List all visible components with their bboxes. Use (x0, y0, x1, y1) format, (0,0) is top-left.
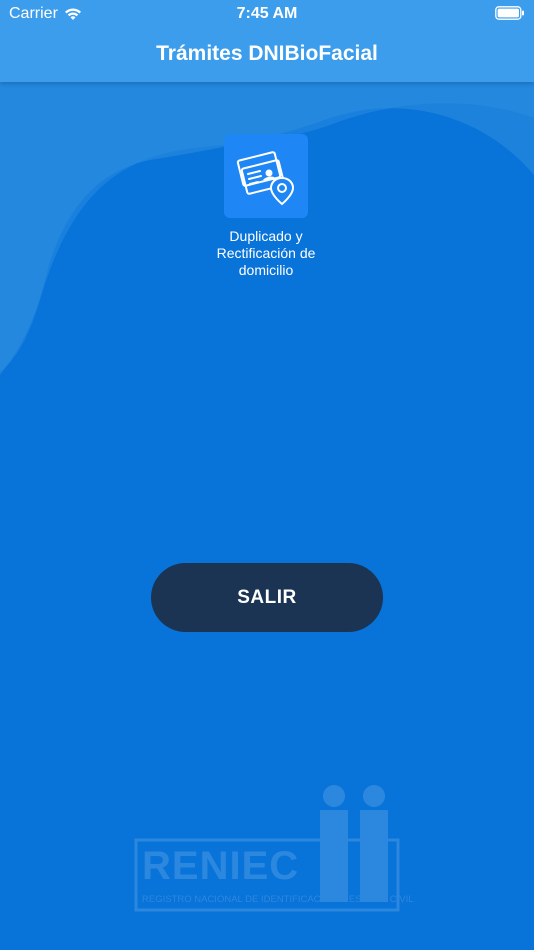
exit-button[interactable]: SALIR (151, 563, 383, 632)
logo-wordmark: RENIEC (142, 844, 300, 888)
logo-subtitle: REGISTRO NACIONAL DE IDENTIFICACIÓN Y ES… (142, 894, 414, 905)
tile-icon-box (224, 134, 308, 218)
id-card-location-icon (236, 151, 295, 206)
status-bar: Carrier 7:45 AM (0, 0, 534, 28)
reniec-logo: RENIEC REGISTRO NACIONAL DE IDENTIFICACI… (134, 782, 414, 912)
tile-duplicado-rectificacion[interactable]: Duplicado y Rectificación de domicilio (201, 134, 331, 279)
page-title: Trámites DNIBioFacial (156, 42, 378, 65)
battery-icon (495, 6, 524, 20)
status-time: 7:45 AM (236, 5, 298, 22)
tile-label: Duplicado y Rectificación de domicilio (216, 228, 316, 278)
